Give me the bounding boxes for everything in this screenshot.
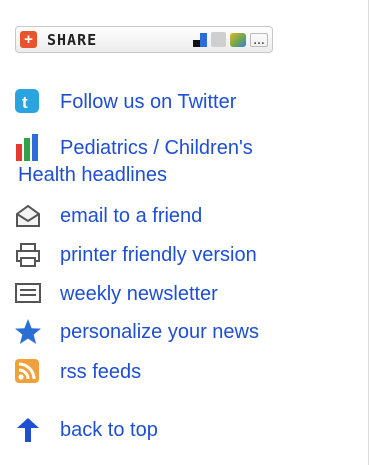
headlines-link-line1[interactable]: Pediatrics / Children's <box>60 137 253 160</box>
twitter-icon: t <box>15 89 39 113</box>
personalize-news-link[interactable]: personalize your news <box>60 321 259 344</box>
back-to-top-link[interactable]: back to top <box>60 419 158 442</box>
share-button[interactable]: + SHARE … <box>15 26 273 53</box>
envelope-icon <box>16 204 40 227</box>
rss-feeds-link[interactable]: rss feeds <box>60 361 141 384</box>
printer-icon <box>16 243 40 267</box>
svg-text:t: t <box>22 93 28 112</box>
weekly-newsletter-link[interactable]: weekly newsletter <box>60 283 218 306</box>
rss-icon <box>15 359 39 383</box>
share-label: SHARE <box>47 30 98 49</box>
delicious-icon <box>193 32 207 47</box>
headlines-link-line2[interactable]: Health headlines <box>18 164 167 187</box>
share-plus-icon: + <box>20 31 37 48</box>
facebook-icon <box>211 32 226 47</box>
more-services-icon: … <box>250 32 268 47</box>
arrow-up-icon <box>17 418 39 442</box>
printer-friendly-link[interactable]: printer friendly version <box>60 244 257 267</box>
newsletter-icon <box>15 283 41 303</box>
share-services: … <box>193 32 268 47</box>
digg-icon <box>230 32 246 47</box>
star-icon <box>15 319 41 344</box>
email-friend-link[interactable]: email to a friend <box>60 205 202 228</box>
bar-chart-icon <box>16 134 38 161</box>
follow-twitter-link[interactable]: Follow us on Twitter <box>60 91 236 114</box>
